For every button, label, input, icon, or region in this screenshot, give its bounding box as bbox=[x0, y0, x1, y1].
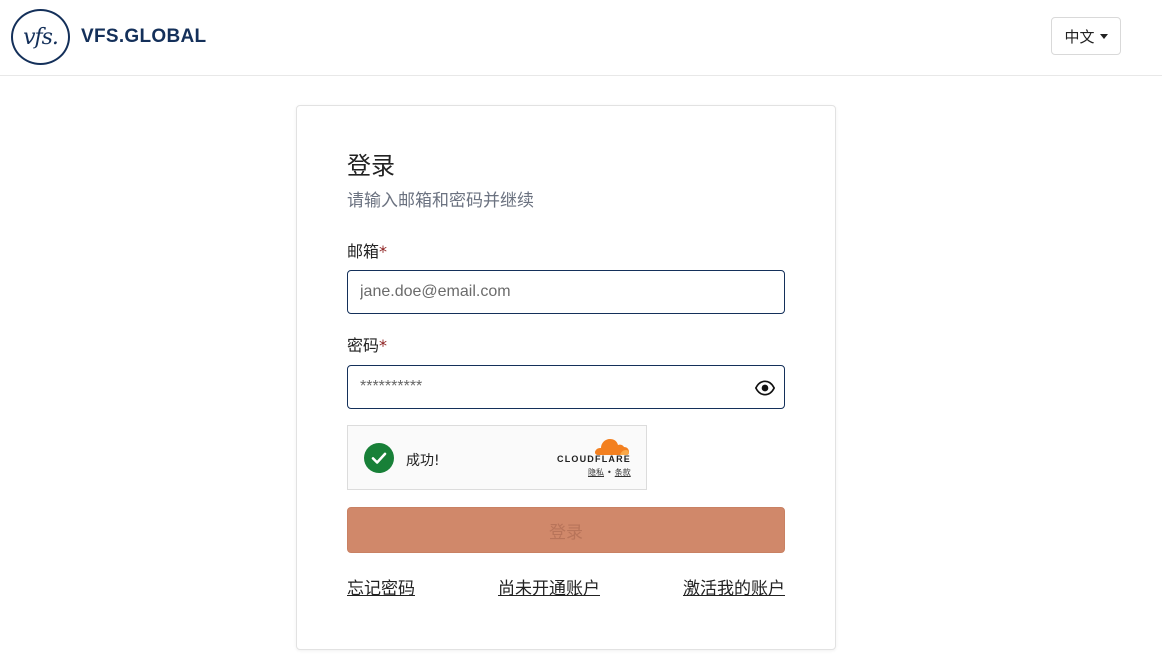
no-account-link[interactable]: 尚未开通账户 bbox=[498, 574, 600, 599]
password-label-text: 密码 bbox=[347, 336, 380, 355]
captcha-status: 成功! bbox=[406, 453, 440, 469]
login-card: 登录 请输入邮箱和密码并继续 邮箱* 密码* 成功! CLOUDFLARE 隐私… bbox=[296, 105, 836, 650]
page-title: 登录 bbox=[347, 152, 395, 180]
cloud-icon bbox=[594, 439, 629, 455]
activate-account-link[interactable]: 激活我的账户 bbox=[683, 574, 785, 599]
login-button[interactable]: 登录 bbox=[347, 507, 785, 553]
cloudflare-brand: CLOUDFLARE bbox=[557, 454, 631, 464]
captcha-widget[interactable]: 成功! CLOUDFLARE 隐私 • 条款 bbox=[347, 425, 647, 490]
check-circle-icon bbox=[364, 443, 394, 473]
email-label-text: 邮箱 bbox=[347, 242, 380, 261]
forgot-password-link[interactable]: 忘记密码 bbox=[347, 574, 415, 599]
caret-down-icon bbox=[1099, 33, 1108, 39]
logo-mark: vfs. bbox=[11, 9, 70, 65]
password-input[interactable] bbox=[347, 365, 785, 409]
vfs-logo[interactable]: vfs. VFS.GLOBAL bbox=[11, 9, 206, 65]
eye-icon[interactable] bbox=[755, 378, 775, 398]
email-input[interactable] bbox=[347, 270, 785, 314]
privacy-link[interactable]: 隐私 bbox=[588, 468, 604, 477]
password-label: 密码* bbox=[347, 332, 387, 356]
required-mark: * bbox=[379, 242, 388, 261]
language-label: 中文 bbox=[1064, 27, 1095, 46]
top-header: vfs. VFS.GLOBAL 中文 bbox=[0, 0, 1162, 76]
logo-text: VFS.GLOBAL bbox=[81, 26, 207, 47]
captcha-links: 隐私 • 条款 bbox=[588, 467, 631, 478]
email-label: 邮箱* bbox=[347, 238, 387, 262]
terms-link[interactable]: 条款 bbox=[615, 468, 631, 477]
account-links: 忘记密码 尚未开通账户 激活我的账户 bbox=[347, 574, 785, 599]
page-subtitle: 请输入邮箱和密码并继续 bbox=[347, 191, 534, 211]
required-mark: * bbox=[379, 336, 388, 355]
link-separator: • bbox=[607, 468, 612, 477]
language-dropdown-button[interactable]: 中文 bbox=[1051, 17, 1121, 55]
